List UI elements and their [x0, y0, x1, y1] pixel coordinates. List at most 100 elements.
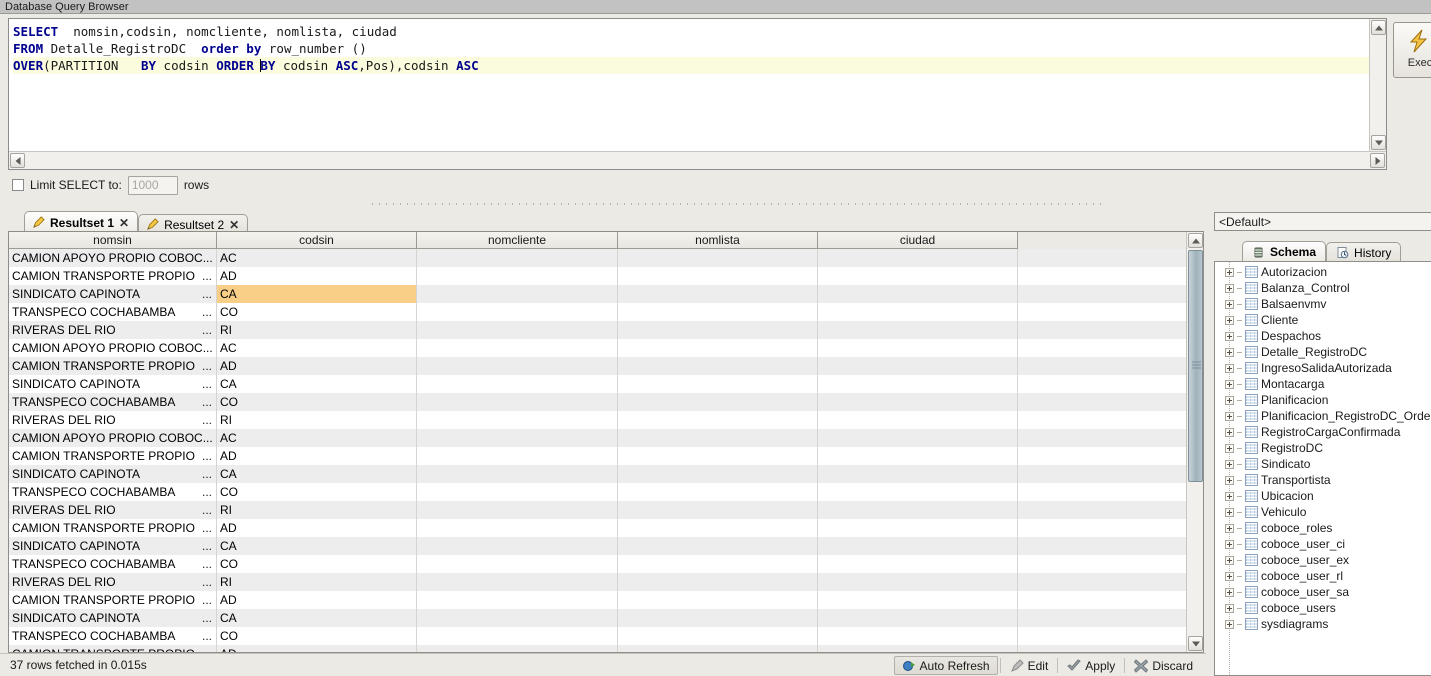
schema-tree-item[interactable]: Ubicacion — [1215, 488, 1431, 504]
cell-codsin[interactable]: CA — [217, 609, 417, 627]
cell-nomlista[interactable] — [618, 285, 818, 303]
cell-nomlista[interactable] — [618, 303, 818, 321]
column-header-ciudad[interactable]: ciudad — [818, 232, 1018, 249]
cell-codsin[interactable]: AD — [217, 591, 417, 609]
cell-nomcliente[interactable] — [417, 645, 618, 652]
cell-ciudad[interactable] — [818, 465, 1018, 483]
schema-tree-item[interactable]: RegistroCargaConfirmada — [1215, 424, 1431, 440]
results-scroll-down-button[interactable] — [1188, 636, 1203, 651]
cell-nomlista[interactable] — [618, 339, 818, 357]
cell-nomsin[interactable]: RIVERAS DEL RIO... — [9, 501, 217, 519]
editor-horizontal-scrollbar[interactable] — [9, 151, 1386, 169]
cell-nomsin[interactable]: CAMION TRANSPORTE PROPIO... — [9, 267, 217, 285]
cell-ciudad[interactable] — [818, 501, 1018, 519]
cell-nomlista[interactable] — [618, 267, 818, 285]
cell-ciudad[interactable] — [818, 627, 1018, 645]
schema-tree-item[interactable]: Balsaenvmv — [1215, 296, 1431, 312]
cell-codsin[interactable]: CO — [217, 483, 417, 501]
cell-nomcliente[interactable] — [417, 393, 618, 411]
cell-ciudad[interactable] — [818, 645, 1018, 652]
cell-nomcliente[interactable] — [417, 573, 618, 591]
schema-tree-item[interactable]: Autorizacion — [1215, 264, 1431, 280]
table-row[interactable]: SINDICATO CAPINOTA... CA — [9, 609, 1203, 627]
cell-nomlista[interactable] — [618, 627, 818, 645]
expand-plus-icon[interactable] — [1225, 299, 1234, 309]
cell-codsin[interactable]: RI — [217, 573, 417, 591]
expand-plus-icon[interactable] — [1225, 603, 1234, 613]
results-scrollbar-thumb[interactable] — [1188, 250, 1203, 482]
table-row[interactable]: CAMION TRANSPORTE PROPIO...AD — [9, 357, 1203, 375]
cell-nomsin[interactable]: TRANSPECO COCHABAMBA... — [9, 303, 217, 321]
cell-nomsin[interactable]: CAMION TRANSPORTE PROPIO... — [9, 645, 217, 652]
cell-codsin[interactable]: AD — [217, 357, 417, 375]
cell-ciudad[interactable] — [818, 519, 1018, 537]
cell-codsin[interactable]: CA — [217, 375, 417, 393]
expand-plus-icon[interactable] — [1225, 491, 1234, 501]
expand-plus-icon[interactable] — [1225, 363, 1234, 373]
table-row[interactable]: TRANSPECO COCHABAMBA... CO — [9, 303, 1203, 321]
cell-nomsin[interactable]: CAMION APOYO PROPIO COBOC... — [9, 429, 217, 447]
schema-tree-item[interactable]: coboce_user_sa — [1215, 584, 1431, 600]
cell-nomcliente[interactable] — [417, 591, 618, 609]
cell-codsin[interactable]: AD — [217, 267, 417, 285]
expand-plus-icon[interactable] — [1225, 347, 1234, 357]
expand-plus-icon[interactable] — [1225, 443, 1234, 453]
cell-nomlista[interactable] — [618, 501, 818, 519]
table-row[interactable]: RIVERAS DEL RIO... RI — [9, 411, 1203, 429]
cell-nomsin[interactable]: SINDICATO CAPINOTA... — [9, 465, 217, 483]
limit-rows-input[interactable] — [127, 175, 178, 195]
cell-nomcliente[interactable] — [417, 339, 618, 357]
editor-scroll-down-button[interactable] — [1371, 135, 1386, 150]
resultset-tab-close-icon[interactable]: ✕ — [119, 217, 129, 229]
table-row[interactable]: CAMION TRANSPORTE PROPIO...AD — [9, 519, 1203, 537]
cell-codsin[interactable]: CA — [217, 537, 417, 555]
limit-select-checkbox[interactable] — [12, 179, 24, 191]
table-row[interactable]: CAMION TRANSPORTE PROPIO...AD — [9, 447, 1203, 465]
schema-tree-item[interactable]: Detalle_RegistroDC — [1215, 344, 1431, 360]
cell-nomlista[interactable] — [618, 573, 818, 591]
cell-nomlista[interactable] — [618, 483, 818, 501]
cell-nomlista[interactable] — [618, 411, 818, 429]
column-header-nomsin[interactable]: nomsin — [9, 232, 217, 249]
cell-nomlista[interactable] — [618, 249, 818, 267]
cell-ciudad[interactable] — [818, 249, 1018, 267]
schema-tree-item[interactable]: IngresoSalidaAutorizada — [1215, 360, 1431, 376]
schema-selector[interactable]: <Default> — [1214, 212, 1431, 231]
cell-nomlista[interactable] — [618, 555, 818, 573]
cell-codsin[interactable]: AC — [217, 339, 417, 357]
cell-nomcliente[interactable] — [417, 249, 618, 267]
cell-nomcliente[interactable] — [417, 429, 618, 447]
column-header-nomlista[interactable]: nomlista — [618, 232, 818, 249]
results-grid[interactable]: nomsin codsin nomcliente nomlista ciudad CAM… — [8, 231, 1204, 653]
table-row[interactable]: SINDICATO CAPINOTA... CA — [9, 285, 1203, 303]
cell-ciudad[interactable] — [818, 609, 1018, 627]
cell-nomlista[interactable] — [618, 447, 818, 465]
cell-nomsin[interactable]: TRANSPECO COCHABAMBA... — [9, 555, 217, 573]
cell-codsin[interactable]: CA — [217, 285, 417, 303]
cell-nomcliente[interactable] — [417, 357, 618, 375]
expand-plus-icon[interactable] — [1225, 267, 1234, 277]
cell-codsin[interactable]: CO — [217, 627, 417, 645]
expand-plus-icon[interactable] — [1225, 427, 1234, 437]
schema-tree-item[interactable]: Cliente — [1215, 312, 1431, 328]
sql-editor-text[interactable]: SELECT nomsin,codsin, nomcliente, nomlis… — [9, 19, 1369, 151]
cell-nomsin[interactable]: RIVERAS DEL RIO... — [9, 321, 217, 339]
cell-ciudad[interactable] — [818, 267, 1018, 285]
expand-plus-icon[interactable] — [1225, 539, 1234, 549]
schema-tree-item[interactable]: Planificacion — [1215, 392, 1431, 408]
table-row[interactable]: CAMION APOYO PROPIO COBOC... AC — [9, 339, 1203, 357]
schema-tree-item[interactable]: coboce_user_ex — [1215, 552, 1431, 568]
schema-tree-item[interactable]: Montacarga — [1215, 376, 1431, 392]
schema-tree-item[interactable]: Transportista — [1215, 472, 1431, 488]
schema-tree-item[interactable]: Vehiculo — [1215, 504, 1431, 520]
table-row[interactable]: SINDICATO CAPINOTA... CA — [9, 537, 1203, 555]
editor-scroll-right-button[interactable] — [1370, 153, 1385, 168]
cell-nomlista[interactable] — [618, 357, 818, 375]
cell-nomcliente[interactable] — [417, 609, 618, 627]
expand-plus-icon[interactable] — [1225, 331, 1234, 341]
expand-plus-icon[interactable] — [1225, 459, 1234, 469]
cell-nomlista[interactable] — [618, 519, 818, 537]
cell-nomsin[interactable]: TRANSPECO COCHABAMBA... — [9, 627, 217, 645]
cell-nomcliente[interactable] — [417, 375, 618, 393]
cell-nomlista[interactable] — [618, 321, 818, 339]
